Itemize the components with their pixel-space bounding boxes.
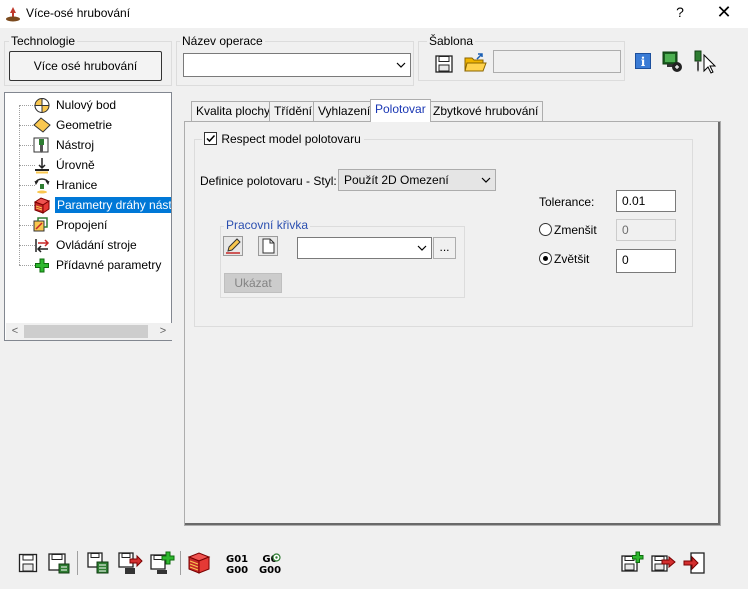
gcode-g01-top: G01 [226,554,249,565]
tree-item-pridavne[interactable]: Přídavné parametry [5,255,171,275]
simulation-icon[interactable] [660,49,684,73]
gcode-g01-bottom: G00 [226,565,249,576]
sablona-field[interactable] [493,50,621,73]
zvetsit-input[interactable]: 0 [616,249,676,273]
settings-tree: Nulový bod Geometrie Nástroj Úrovně Hran… [4,92,172,341]
exit-icon[interactable] [683,551,707,575]
info-icon[interactable]: i [635,53,651,69]
open-folder-icon[interactable] [463,52,487,74]
scroll-left-arrow-icon[interactable]: < [8,325,22,338]
app-logo-icon [6,7,20,22]
technologie-label: Technologie [9,34,78,48]
gcode-g00-top-row: G0 [257,553,283,565]
zvetsit-radio[interactable] [539,252,552,265]
levels-icon [35,158,49,174]
edit-curve-icon[interactable] [223,236,243,256]
tree-item-label: Přídavné parametry [56,258,162,272]
tab-polotovar[interactable]: Polotovar [370,99,431,122]
tree-item-label: Propojení [56,218,108,232]
tree-item-propojeni[interactable]: Propojení [5,215,171,235]
definice-value: Použít 2D Omezení [344,173,449,187]
save-icon[interactable] [18,553,38,573]
scrollbar-thumb[interactable] [24,325,148,338]
toolbar-separator [180,551,181,575]
respect-model-checkbox[interactable] [204,132,217,146]
stock-model-icon[interactable] [187,551,211,575]
tree-item-nulovy-bod[interactable]: Nulový bod [5,95,171,115]
tree-item-label: Geometrie [56,118,113,132]
window-title: Více-osé hrubování [26,6,131,20]
svg-text:i: i [641,55,646,69]
tab-vyhlazeni[interactable]: Vyhlazení [313,101,376,121]
save-add-icon[interactable] [149,551,175,575]
tree-item-label: Úrovně [56,158,95,172]
save-to-list-icon[interactable] [86,551,110,575]
tree-item-parametry[interactable]: Parametry dráhy nástroje [5,195,171,215]
operace-label: Název operace [180,34,265,48]
help-button[interactable]: ? [672,4,688,22]
respect-model-header: Respect model polotovaru [202,131,364,147]
machine-control-icon [35,239,50,253]
browse-button[interactable]: ... [433,237,456,259]
save-export-icon[interactable] [117,551,143,575]
additional-params-icon [35,258,49,273]
sablona-label: Šablona [427,34,476,48]
link-icon [33,217,48,232]
tree-item-label: Hranice [56,178,98,192]
tab-trideni[interactable]: Třídění [269,101,318,121]
tree-item-label: Ovládání stroje [56,238,137,252]
save-and-next-icon[interactable] [650,551,676,575]
toolpath-params-icon [33,197,51,214]
definice-label: Definice polotovaru - Styl: [200,174,337,188]
tree-item-label: Nulový bod [56,98,117,112]
definice-style-dropdown[interactable]: Použít 2D Omezení [338,169,496,191]
tab-kvalita-plochy[interactable]: Kvalita plochy [191,101,276,121]
pracovni-krivka-label: Pracovní křivka [224,218,311,232]
tree-item-geometrie[interactable]: Geometrie [5,115,171,135]
boundary-icon [34,178,50,194]
chevron-down-icon [417,245,427,251]
save-new-icon[interactable] [620,551,644,575]
scroll-right-arrow-icon[interactable]: > [156,325,170,338]
gcode-g00-button[interactable]: G0 G00 [257,553,283,576]
save-template-icon[interactable] [434,54,454,74]
tolerance-label: Tolerance: [539,195,595,209]
tree-item-nastroj[interactable]: Nástroj [5,135,171,155]
respect-model-label: Respect model polotovaru [221,131,361,146]
title-bar: Více-osé hrubování ? ✕ [0,0,748,28]
toolbar-separator [77,551,78,575]
zmensit-input[interactable]: 0 [616,219,676,241]
save-as-icon[interactable] [47,551,71,575]
krivka-dropdown[interactable] [297,237,432,259]
tool-icon [33,137,49,153]
gear-icon [272,553,281,562]
tree-horizontal-scrollbar[interactable]: < > [6,323,172,340]
tree-item-label: Parametry dráhy nástroje [55,197,171,213]
zmensit-radio[interactable] [539,223,552,236]
chevron-down-icon [396,62,406,68]
close-button[interactable]: ✕ [712,2,736,24]
technologie-button[interactable]: Více osé hrubování [9,51,162,81]
chevron-down-icon [481,177,491,183]
tree-item-label: Nástroj [56,138,95,152]
check-icon [206,135,216,143]
tool-cursor-icon[interactable] [692,49,718,75]
ukazat-button[interactable]: Ukázat [224,273,282,293]
gcode-g01-button[interactable]: G01 G00 [226,554,248,576]
geometry-icon [33,117,51,133]
tree-item-urovne[interactable]: Úrovně [5,155,171,175]
gcode-g00-bottom: G00 [258,565,282,576]
tab-zbytkove-hrubovani[interactable]: Zbytkové hrubování [428,101,544,121]
zvetsit-label: Zvětšit [554,252,590,266]
zero-point-icon [34,97,50,114]
zmensit-label: Zmenšit [554,223,597,237]
new-document-icon[interactable] [258,236,278,256]
operace-dropdown[interactable] [183,53,411,77]
tree-item-ovladani[interactable]: Ovládání stroje [5,235,171,255]
tree-item-hranice[interactable]: Hranice [5,175,171,195]
tolerance-input[interactable]: 0.01 [616,190,676,212]
